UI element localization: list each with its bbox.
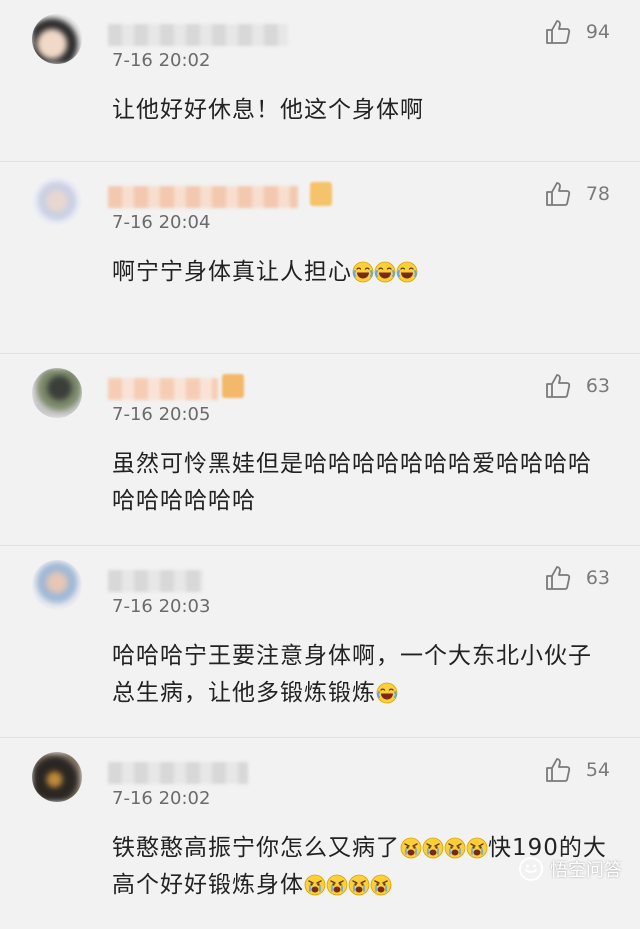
comment-time: 7-16 20:05	[112, 404, 211, 425]
thumbs-up-icon	[545, 182, 570, 206]
watermark-text: 悟空问答	[550, 860, 622, 881]
username-blurred[interactable]	[108, 186, 298, 208]
angry-crying-emoji-icon	[304, 874, 326, 896]
username-blurred[interactable]	[108, 378, 218, 400]
laughing-crying-emoji-icon	[374, 261, 396, 283]
comment-item: 7-16 20:02 54 铁憨憨高振宁你怎么又病了 快190的大高个好好锻炼身体	[0, 738, 640, 929]
comment-item: 7-16 20:04 78 啊宁宁身体真让人担心	[0, 162, 640, 354]
avatar[interactable]	[32, 176, 82, 226]
comment-text: 虽然可怜黑娃但是哈哈哈哈哈哈哈爱哈哈哈哈哈哈哈哈哈哈	[112, 446, 612, 520]
angry-crying-emoji-icon	[422, 837, 444, 859]
avatar[interactable]	[32, 752, 82, 802]
comment-text-part: 让他好好休息！他这个身体啊	[112, 97, 424, 123]
thumbs-up-icon	[545, 20, 570, 44]
comment-text: 让他好好休息！他这个身体啊	[112, 92, 612, 129]
comment-time: 7-16 20:02	[112, 788, 211, 809]
laughing-crying-emoji-icon	[376, 682, 398, 704]
angry-crying-emoji-icon	[466, 837, 488, 859]
user-badge	[222, 374, 244, 398]
comment-list: 7-16 20:02 94 让他好好休息！他这个身体啊 7-16 20:04 7…	[0, 0, 640, 929]
comment-time: 7-16 20:02	[112, 50, 211, 71]
comment-text-part: 哈哈哈宁王要注意身体啊，一个大东北小伙子总生病，让他多锻炼锻炼	[112, 643, 592, 706]
watermark: 悟空问答	[518, 856, 622, 882]
comment-item: 7-16 20:03 63 哈哈哈宁王要注意身体啊，一个大东北小伙子总生病，让他…	[0, 546, 640, 738]
comment-text-part: 啊宁宁身体真让人担心	[112, 259, 352, 285]
angry-crying-emoji-icon	[370, 874, 392, 896]
like-button[interactable]: 63	[544, 564, 610, 592]
like-count: 63	[585, 567, 610, 589]
like-count: 78	[585, 183, 610, 205]
avatar[interactable]	[32, 14, 82, 64]
like-button[interactable]: 78	[544, 180, 610, 208]
thumbs-up-icon	[545, 758, 570, 782]
comment-text-part: 铁憨憨高振宁你怎么又病了	[112, 835, 400, 861]
comment-text: 哈哈哈宁王要注意身体啊，一个大东北小伙子总生病，让他多锻炼锻炼	[112, 638, 612, 712]
username-blurred[interactable]	[108, 570, 203, 592]
like-count: 54	[585, 759, 610, 781]
comment-time: 7-16 20:04	[112, 212, 211, 233]
like-count: 94	[585, 21, 610, 43]
laughing-crying-emoji-icon	[352, 261, 374, 283]
laughing-crying-emoji-icon	[396, 261, 418, 283]
comment-text-part: 虽然可怜黑娃但是哈哈哈哈哈哈哈爱哈哈哈哈哈哈哈哈哈哈	[112, 451, 592, 514]
thumbs-up-icon	[545, 566, 570, 590]
comment-item: 7-16 20:02 94 让他好好休息！他这个身体啊	[0, 0, 640, 162]
like-button[interactable]: 54	[544, 756, 610, 784]
avatar[interactable]	[32, 560, 82, 610]
angry-crying-emoji-icon	[444, 837, 466, 859]
angry-crying-emoji-icon	[400, 837, 422, 859]
comment-time: 7-16 20:03	[112, 596, 211, 617]
avatar[interactable]	[32, 368, 82, 418]
comment-text: 啊宁宁身体真让人担心	[112, 254, 612, 291]
thumbs-up-icon	[545, 374, 570, 398]
angry-crying-emoji-icon	[326, 874, 348, 896]
wukong-logo-icon	[519, 857, 543, 881]
like-count: 63	[585, 375, 610, 397]
username-blurred[interactable]	[108, 762, 248, 784]
comment-item: 7-16 20:05 63 虽然可怜黑娃但是哈哈哈哈哈哈哈爱哈哈哈哈哈哈哈哈哈哈	[0, 354, 640, 546]
like-button[interactable]: 94	[544, 18, 610, 46]
angry-crying-emoji-icon	[348, 874, 370, 896]
like-button[interactable]: 63	[544, 372, 610, 400]
username-blurred[interactable]	[108, 24, 288, 46]
user-badge	[310, 182, 332, 206]
